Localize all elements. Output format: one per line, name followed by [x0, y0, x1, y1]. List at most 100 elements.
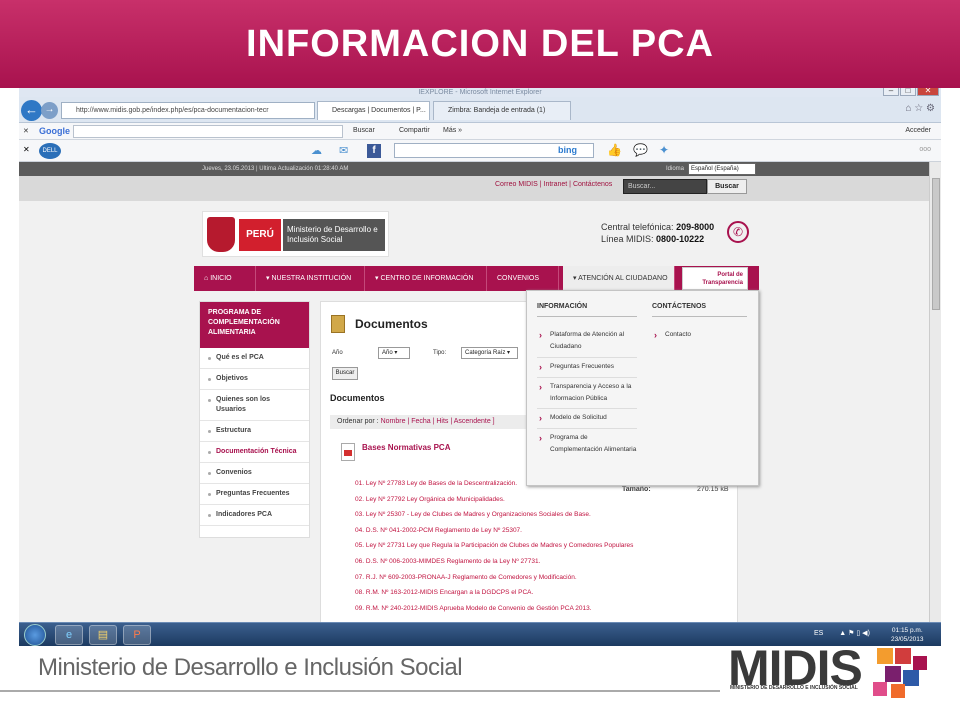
tamano-value: 270.15 kB [697, 486, 729, 493]
ordenar-label: Ordenar por : [337, 418, 379, 425]
file-explorer-icon[interactable]: ▤ [89, 625, 117, 645]
menu-convenios-label: CONVENIOS [497, 275, 540, 282]
site-search-button[interactable]: Buscar [707, 179, 747, 194]
list-item[interactable]: 03. Ley Nº 25307 - Ley de Clubes de Madr… [355, 507, 633, 523]
bing-search-input[interactable]: bing [394, 143, 594, 158]
scrollbar-thumb[interactable] [932, 178, 940, 310]
anio-select-value: Año [382, 350, 393, 356]
list-item[interactable]: 05. Ley Nº 27731 Ley que Regula la Parti… [355, 538, 633, 554]
divider [537, 377, 637, 378]
buscar-button[interactable]: Buscar [332, 367, 358, 380]
bing-logo: bing [558, 145, 577, 155]
chat-icon[interactable]: 💬 [633, 143, 648, 157]
tab-zimbra[interactable]: Zimbra: Bandeja de entrada (1) [433, 101, 571, 120]
divider [537, 316, 637, 317]
acceder-button[interactable]: Acceder [905, 127, 931, 134]
vertical-scrollbar[interactable] [929, 162, 941, 622]
menu-atencion-ciudadano[interactable]: ▾ ATENCIÓN AL CIUDADANO [563, 266, 675, 291]
sidebar-item-objetivos[interactable]: Objetivos [200, 369, 309, 390]
taskbar-clock[interactable]: 01:15 p.m. 23/05/2013 [891, 626, 924, 644]
tools-icon[interactable]: ✦ [659, 143, 669, 157]
menu-nuestra-institucion[interactable]: ▾ NUESTRA INSTITUCIÓN [256, 266, 365, 291]
tipo-label: Tipo: [433, 350, 447, 356]
toolbar-options-icon[interactable]: ooo [919, 146, 931, 153]
clock-date: 23/05/2013 [891, 636, 924, 643]
folder-icon [331, 315, 345, 333]
divider [537, 428, 637, 429]
start-button-icon[interactable] [24, 624, 46, 646]
sidebar-item-usuarios[interactable]: Quienes son los Usuarios [200, 390, 309, 421]
phone-info: Central telefónica: 209-8000 Línea MIDIS… [601, 221, 714, 245]
dropdown-item-transparencia[interactable]: Transparencia y Acceso a la Informacion … [537, 381, 637, 405]
divider [537, 357, 637, 358]
tipo-select[interactable]: Categoría Raíz ▾ [461, 347, 518, 359]
sidebar-item-preguntas[interactable]: Preguntas Frecuentes [200, 484, 309, 505]
dropdown-item-plataforma[interactable]: Plataforma de Atención al Ciudadano [537, 329, 637, 353]
list-item[interactable]: 09. R.M. Nº 240-2012-MIDIS Aprueba Model… [355, 601, 633, 617]
list-item[interactable]: 07. R.J. Nº 609-2003-PRONAA-J Reglamento… [355, 570, 633, 586]
menu-convenios[interactable]: CONVENIOS [487, 266, 559, 291]
sidebar-item-documentacion[interactable]: Documentación Técnica [200, 442, 309, 463]
facebook-icon[interactable]: f [367, 144, 381, 158]
document-list: 01. Ley Nº 27783 Ley de Bases de la Desc… [355, 476, 633, 616]
dropdown-item-modelo-solicitud[interactable]: Modelo de Solicitud [537, 412, 637, 424]
web-page: Jueves, 23.05.2013 | Ultima Actualizació… [19, 162, 929, 622]
language-select[interactable]: Español (España) [688, 163, 756, 175]
top-links[interactable]: Correo MIDIS | Intranet | Contáctenos [495, 181, 612, 188]
messages-icon[interactable]: ✉ [339, 144, 348, 157]
google-search-input[interactable] [73, 125, 343, 138]
powerpoint-icon[interactable]: P [123, 625, 151, 645]
portal-transparencia-button[interactable]: Portal de Transparencia [682, 267, 748, 290]
share-button[interactable]: Compartir [399, 127, 430, 134]
central-label: Central telefónica: [601, 222, 674, 232]
menu-centro-informacion[interactable]: ▾ CENTRO DE INFORMACIÓN [365, 266, 487, 291]
dropdown-item-preguntas[interactable]: Preguntas Frecuentes [537, 361, 637, 373]
back-icon[interactable]: ← [21, 100, 42, 121]
site-utility-bar: Correo MIDIS | Intranet | Contáctenos Bu… [19, 176, 929, 201]
phone-icon: ✆ [727, 221, 749, 243]
more-button[interactable]: Más » [443, 127, 462, 134]
language-indicator[interactable]: ES [814, 630, 823, 637]
sidebar-item-convenios[interactable]: Convenios [200, 463, 309, 484]
like-icon[interactable]: 👍 [607, 143, 622, 157]
main-menu: ⌂ INICIO ▾ NUESTRA INSTITUCIÓN ▾ CENTRO … [194, 266, 759, 291]
list-item[interactable]: 02. Ley Nº 27792 Ley Orgánica de Municip… [355, 492, 633, 508]
google-search-button[interactable]: Buscar [353, 127, 375, 134]
sidebar-item-indicadores[interactable]: Indicadores PCA [200, 505, 309, 526]
bing-toolbar-close-icon[interactable]: ✕ [23, 145, 30, 154]
minimize-icon[interactable]: – [883, 88, 899, 96]
menu-institucion-label: NUESTRA INSTITUCIÓN [271, 275, 352, 282]
sidebar-item-estructura[interactable]: Estructura [200, 421, 309, 442]
maximize-icon[interactable]: □ [900, 88, 916, 96]
dell-logo-icon: DELL [39, 143, 61, 159]
page-title: Documentos [355, 317, 428, 331]
address-bar[interactable]: http://www.midis.gob.pe/index.php/es/pca… [61, 102, 315, 119]
tab-descargas[interactable]: Descargas | Documentos | P... [317, 101, 430, 120]
tray-icons[interactable]: ▲ ⚑ ▯ ◀) [839, 630, 870, 637]
internet-explorer-icon[interactable]: e [55, 625, 83, 645]
divider [652, 316, 747, 317]
anio-select[interactable]: Año ▾ [378, 347, 410, 359]
logo-peru: PERÚ [239, 219, 281, 251]
list-item[interactable]: 04. D.S. Nº 041-2002-PCM Reglamento de L… [355, 523, 633, 539]
dropdown-item-programa[interactable]: Programa de Complementación Alimentaria [537, 432, 637, 456]
category-title[interactable]: Bases Normativas PCA [362, 443, 450, 452]
site-search-input[interactable]: Buscar... [623, 179, 707, 194]
dropdown-item-contacto[interactable]: Contacto [652, 329, 752, 341]
window-title: IEXPLORE - Microsoft Internet Explorer [418, 89, 542, 96]
browser-tools-icons[interactable]: ⌂ ☆ ⚙ [905, 103, 935, 114]
menu-inicio[interactable]: ⌂ INICIO [194, 266, 256, 291]
close-icon[interactable]: ✕ [917, 88, 939, 96]
ordenar-links[interactable]: Nombre | Fecha | Hits | Ascendente ] [381, 418, 495, 425]
toolbar-close-icon[interactable]: ✕ [23, 127, 29, 135]
google-toolbar: ✕ Google Buscar Compartir Más » Acceder [19, 123, 941, 140]
weather-icon[interactable]: ☁ [311, 144, 322, 157]
sidebar-item-que-es[interactable]: Qué es el PCA [200, 348, 309, 369]
documents-subtitle: Documentos [330, 393, 385, 403]
clock-time: 01:15 p.m. [891, 627, 923, 634]
list-item[interactable]: 06. D.S. Nº 006-2003-MIMDES Reglamento d… [355, 554, 633, 570]
ministry-logo[interactable]: PERÚ Ministerio de Desarrollo e Inclusió… [202, 211, 389, 257]
forward-icon[interactable]: → [41, 102, 58, 119]
list-item[interactable]: 08. R.M. Nº 163-2012-MIDIS Encargan a la… [355, 585, 633, 601]
idioma-label: Idioma [666, 166, 685, 172]
